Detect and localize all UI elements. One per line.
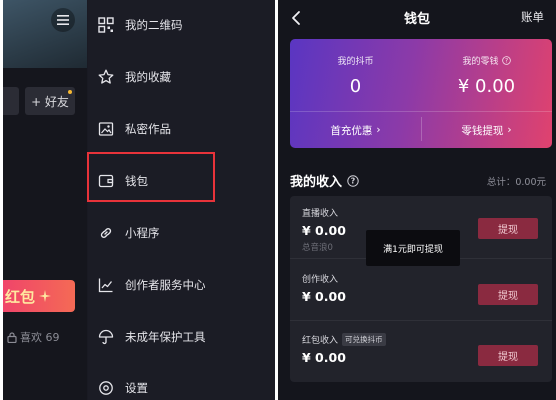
svg-text:?: ?: [351, 176, 356, 185]
change-value: ¥ 0.00: [457, 76, 516, 97]
redpack-banner[interactable]: 红包: [3, 280, 75, 312]
income-header: 我的收入 ?: [290, 171, 359, 190]
toast-message: 满1元即可提现: [366, 230, 460, 266]
link-icon: [100, 228, 112, 238]
image-icon: [98, 122, 114, 136]
income-total: 总计：0.00元: [486, 177, 546, 188]
notification-dot: [68, 90, 72, 94]
balance-card: 我的抖币 0 我的零钱 ? ¥ 0.00 首充优惠 › 零钱提现 ›: [290, 39, 552, 148]
chart-icon: [98, 278, 113, 293]
income-row-sub: 总音浪0: [302, 243, 333, 253]
income-row-value: ¥ 0.00: [302, 350, 346, 365]
menu-item-label: 我的二维码: [125, 18, 183, 32]
hamburger-icon: [57, 15, 69, 25]
menu-item-label: 私密作品: [125, 122, 171, 136]
income-row-value: ¥ 0.00: [302, 223, 346, 238]
income-list: 直播收入 ¥ 0.00 总音浪0 提现 创作收入 ¥ 0.00 提现 红包收入 …: [290, 196, 552, 382]
menu-item-label: 小程序: [125, 226, 160, 240]
star-icon: [98, 69, 114, 84]
income-row-creation: 创作收入 ¥ 0.00 提现: [290, 262, 552, 322]
edit-profile-button-edge[interactable]: [3, 87, 19, 115]
page-title: 钱包: [403, 12, 430, 27]
income-row-value: ¥ 0.00: [302, 289, 346, 304]
income-row-label: 创作收入: [302, 275, 339, 285]
menu-item-label: 设置: [125, 381, 148, 395]
change-label: 我的零钱 ?: [421, 54, 552, 67]
sidebar-screen: + 好友 红包 喜欢 69 我的二维码 我的收藏 私密作品 钱包 小程序 创作者…: [3, 0, 275, 400]
menu-item-label: 我的收藏: [125, 70, 171, 84]
likes-label: 喜欢 69: [20, 331, 60, 344]
add-friend-label: + 好友: [31, 94, 69, 109]
row-divider: [290, 320, 552, 321]
coin-value: 0: [349, 76, 362, 97]
coin-balance[interactable]: 我的抖币 0: [290, 54, 421, 97]
profile-banner: [3, 0, 87, 68]
menu-item-label: 创作者服务中心: [125, 278, 206, 292]
top-bar: 钱包 账单: [278, 0, 556, 36]
change-balance[interactable]: 我的零钱 ? ¥ 0.00: [421, 54, 552, 97]
chevron-right-icon: ›: [376, 124, 381, 136]
withdraw-button[interactable]: 提现: [478, 218, 538, 239]
menu-item-private-works[interactable]: 私密作品: [88, 107, 275, 151]
add-friend-button[interactable]: + 好友: [25, 87, 75, 115]
umbrella-icon: [98, 329, 114, 345]
menu-item-label: 未成年保护工具: [125, 330, 206, 344]
menu-item-mini-program[interactable]: 小程序: [88, 211, 275, 255]
menu-item-settings[interactable]: 设置: [88, 366, 275, 400]
qrcode-icon: [98, 17, 114, 33]
withdraw-button[interactable]: 提现: [478, 345, 538, 366]
lock-icon: [7, 331, 17, 343]
bill-button[interactable]: 账单: [521, 9, 544, 25]
hamburger-menu-button[interactable]: [51, 8, 75, 32]
coin-label: 我的抖币: [337, 57, 374, 67]
sparkle-icon: [39, 290, 52, 302]
income-row-redpack: 红包收入 可兑换抖币 ¥ 0.00 提现: [290, 323, 552, 383]
income-row-label: 直播收入: [302, 209, 339, 219]
withdraw-label: 零钱提现: [461, 124, 504, 137]
withdraw-change-button[interactable]: 零钱提现 ›: [421, 112, 552, 148]
wallet-screen: 钱包 账单 我的抖币 0 我的零钱 ? ¥ 0.00 首充优惠 › 零钱提现 ›…: [278, 0, 556, 400]
chevron-right-icon: ›: [507, 124, 512, 136]
menu-item-favorites[interactable]: 我的收藏: [88, 55, 275, 99]
help-icon[interactable]: ?: [501, 56, 511, 65]
first-recharge-label: 首充优惠: [330, 124, 373, 137]
menu-item-creator-center[interactable]: 创作者服务中心: [88, 263, 275, 307]
wallet-highlight-box: [87, 152, 215, 202]
income-row-label: 红包收入 可兑换抖币: [302, 333, 386, 346]
menu-item-minor-protection[interactable]: 未成年保护工具: [88, 315, 275, 359]
likes-tab[interactable]: 喜欢 69: [7, 329, 60, 345]
income-title: 我的收入: [290, 175, 343, 190]
menu-item-qrcode[interactable]: 我的二维码: [88, 3, 275, 47]
redpack-label: 红包: [5, 287, 36, 306]
first-recharge-button[interactable]: 首充优惠 ›: [290, 112, 421, 148]
exchange-tag: 可兑换抖币: [342, 333, 386, 346]
svg-text:?: ?: [504, 59, 507, 65]
help-icon[interactable]: ?: [347, 174, 359, 187]
profile-background: + 好友 红包 喜欢 69: [3, 0, 87, 400]
withdraw-button[interactable]: 提现: [478, 284, 538, 305]
gear-icon: [99, 381, 113, 395]
